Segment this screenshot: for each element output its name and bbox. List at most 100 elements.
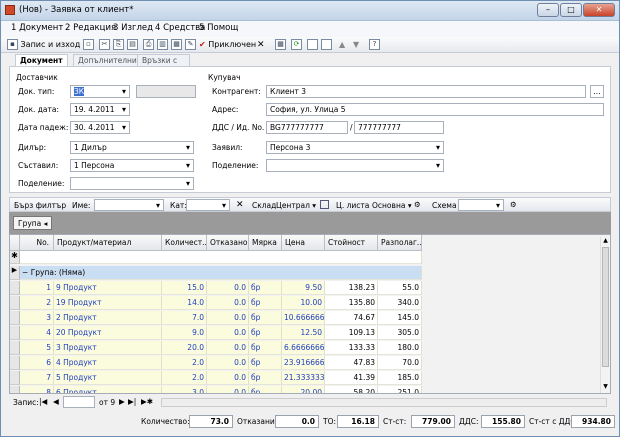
cell-no[interactable]: 1	[20, 281, 54, 295]
cell-product[interactable]: 19 Продукт	[54, 296, 162, 310]
cell-unit[interactable]: бр	[249, 326, 282, 340]
col-header-value[interactable]: Стойност	[325, 235, 378, 251]
paste-button[interactable]: ▤	[127, 39, 138, 51]
cell-no[interactable]: 4	[20, 326, 54, 340]
category-filter-select[interactable]	[186, 199, 230, 211]
warehouse-select[interactable]: Централ ▾	[276, 201, 316, 210]
cell-price[interactable]: 12.50	[282, 326, 325, 340]
new-line-button[interactable]: ▦	[275, 39, 286, 51]
pricelist-select[interactable]: Основна ▾	[372, 201, 412, 210]
clear-filter-icon[interactable]: ✕	[236, 200, 244, 210]
cell-value[interactable]: 58.20	[325, 386, 378, 393]
row-selector[interactable]	[10, 311, 20, 325]
prev-record-button[interactable]: ◀	[53, 397, 59, 406]
cell-price[interactable]: 9.50	[282, 281, 325, 295]
new-record-button[interactable]: ▶✱	[141, 397, 153, 406]
current-row-marker[interactable]: ▶	[10, 266, 20, 280]
cell-product[interactable]: 4 Продукт	[54, 356, 162, 370]
edit-button[interactable]: ✎	[185, 39, 196, 51]
cell-product[interactable]: 3 Продукт	[54, 341, 162, 355]
warehouse-icon[interactable]	[320, 200, 329, 209]
menu-document[interactable]: 1 Документ	[11, 23, 63, 33]
cell-refused[interactable]: 0.0	[207, 281, 249, 295]
cell-value[interactable]: 133.33	[325, 341, 378, 355]
tab-document[interactable]: Документ	[15, 54, 68, 66]
cell-value[interactable]: 109.13	[325, 326, 378, 340]
cell-qty[interactable]: 9.0	[162, 326, 207, 340]
cell-available[interactable]: 70.0	[378, 356, 422, 370]
move-up-button[interactable]: ▲	[339, 39, 345, 51]
first-record-button[interactable]: |◀	[39, 397, 47, 406]
cell-available[interactable]: 180.0	[378, 341, 422, 355]
maximize-button[interactable]: □	[560, 3, 582, 17]
menu-edit[interactable]: 2 Редакция	[65, 23, 116, 33]
contragent-browse-button[interactable]: ...	[590, 85, 604, 98]
row-selector[interactable]	[10, 296, 20, 310]
record-number-input[interactable]	[63, 396, 95, 408]
cell-value[interactable]: 74.67	[325, 311, 378, 325]
menu-help[interactable]: 5 Помощ	[199, 23, 238, 33]
copy-button[interactable]: ⎘	[113, 39, 124, 51]
col-header-available[interactable]: Разполаг...	[378, 235, 422, 251]
row-selector[interactable]	[10, 356, 20, 370]
scheme-select[interactable]	[458, 199, 504, 211]
doc-date-field[interactable]: 19. 4.2011	[70, 103, 130, 116]
new-row[interactable]	[20, 251, 422, 264]
save-exit-button[interactable]: ▪ Запис и изход	[7, 39, 80, 51]
cell-unit[interactable]: бр	[249, 386, 282, 393]
col-header-product[interactable]: Продукт/материал	[54, 235, 162, 251]
next-record-button[interactable]: ▶	[119, 397, 125, 406]
scheme-tool-icon[interactable]: ⚙	[510, 200, 517, 209]
address-field[interactable]: София, ул. Улица 5	[266, 103, 604, 116]
contragent-field[interactable]: Клиент 3	[266, 85, 586, 98]
vat-field[interactable]: BG777777777	[266, 121, 348, 134]
refresh-button[interactable]: ⟳	[291, 39, 302, 51]
cell-product[interactable]: 6 Продукт	[54, 386, 162, 393]
row-selector[interactable]	[10, 386, 20, 393]
quick-filter-label[interactable]: Бърз филтър	[14, 201, 66, 210]
cell-unit[interactable]: бр	[249, 356, 282, 370]
supplier-division-select[interactable]	[70, 177, 194, 190]
cell-refused[interactable]: 0.0	[207, 311, 249, 325]
cell-value[interactable]: 47.83	[325, 356, 378, 370]
cell-available[interactable]: 145.0	[378, 311, 422, 325]
help-button[interactable]: ?	[369, 39, 380, 51]
cell-refused[interactable]: 0.0	[207, 356, 249, 370]
name-filter-input[interactable]	[94, 199, 164, 211]
cell-refused[interactable]: 0.0	[207, 326, 249, 340]
cell-value[interactable]: 135.80	[325, 296, 378, 310]
accept-button[interactable]: ✔ Приключен	[199, 39, 256, 51]
cell-no[interactable]: 5	[20, 341, 54, 355]
doc-type-select[interactable]: ЗК	[70, 85, 130, 98]
col-header-no[interactable]: No.	[20, 235, 54, 251]
requester-select[interactable]: Персона 3	[266, 141, 444, 154]
cell-refused[interactable]: 0.0	[207, 386, 249, 393]
cell-product[interactable]: 20 Продукт	[54, 326, 162, 340]
cell-unit[interactable]: бр	[249, 311, 282, 325]
tab-links[interactable]: Връзки с документи	[137, 54, 191, 74]
minimize-button[interactable]: –	[537, 3, 559, 17]
buyer-division-select[interactable]	[266, 159, 444, 172]
cell-qty[interactable]: 3.0	[162, 386, 207, 393]
col-header-price[interactable]: Цена	[282, 235, 325, 251]
col-header-refused[interactable]: Отказано ...	[207, 235, 249, 251]
menu-tools[interactable]: 4 Средства	[155, 23, 205, 33]
cell-price[interactable]: 20.00	[282, 386, 325, 393]
row-selector[interactable]	[10, 371, 20, 385]
cell-qty[interactable]: 2.0	[162, 371, 207, 385]
save-button[interactable]: ▫	[83, 39, 94, 51]
close-button[interactable]: ✕	[583, 3, 615, 17]
cell-available[interactable]: 305.0	[378, 326, 422, 340]
cell-unit[interactable]: бр	[249, 371, 282, 385]
cell-no[interactable]: 6	[20, 356, 54, 370]
col-header-unit[interactable]: Мярка	[249, 235, 282, 251]
cell-price[interactable]: 6.66666667	[282, 341, 325, 355]
id-no-field[interactable]: 777777777	[354, 121, 444, 134]
row-selector[interactable]	[10, 326, 20, 340]
cell-value[interactable]: 138.23	[325, 281, 378, 295]
pricelist-tool-icon[interactable]: ⚙	[414, 200, 421, 209]
cell-qty[interactable]: 14.0	[162, 296, 207, 310]
row-selector[interactable]	[10, 341, 20, 355]
scroll-up-arrow[interactable]: ▲	[601, 237, 610, 246]
cell-unit[interactable]: бр	[249, 341, 282, 355]
